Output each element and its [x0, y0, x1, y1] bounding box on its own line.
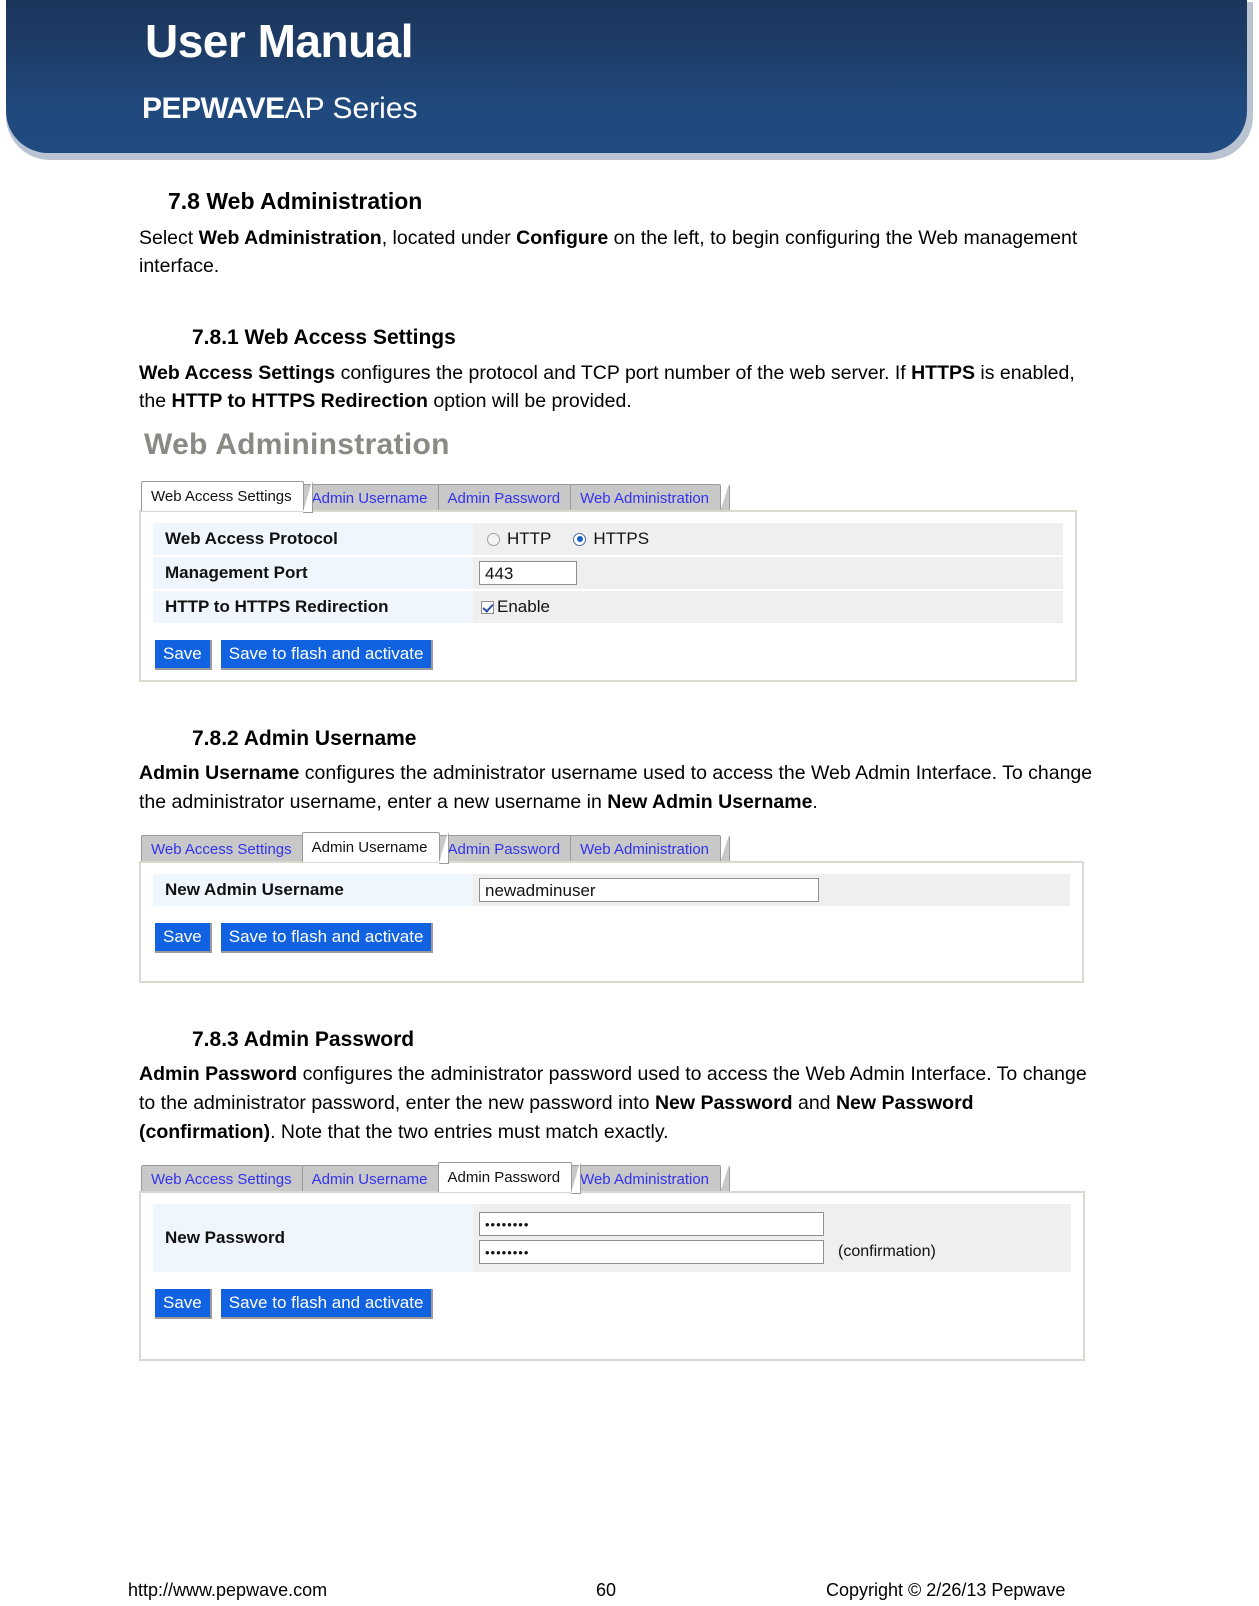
- para-bold-new-password: New Password: [654, 1092, 793, 1115]
- section-7-8-paragraph: Select Web Administration, located under…: [139, 224, 1094, 282]
- para-text-1: configures the protocol and TCP port num…: [335, 361, 912, 384]
- save-to-flash-and-activate-button[interactable]: Save to flash and activate: [220, 640, 434, 671]
- radio-label-http: HTTP: [507, 529, 552, 549]
- screenshot-web-access-settings: Web Admininstration Web Access Settings …: [139, 416, 1089, 683]
- tab-admin-password[interactable]: Admin Password: [437, 1161, 581, 1194]
- tab-web-administration[interactable]: Web Administration: [570, 835, 730, 865]
- para-bold-https: HTTPS: [911, 361, 976, 384]
- save-button[interactable]: Save: [155, 1288, 212, 1319]
- label-new-admin-username: New Admin Username: [153, 874, 473, 907]
- save-to-flash-and-activate-button[interactable]: Save to flash and activate: [220, 923, 434, 954]
- radio-option-https[interactable]: HTTPS: [573, 529, 649, 549]
- para-bold-web-administration: Web Administration: [198, 226, 382, 249]
- checkbox-label-enable: Enable: [497, 597, 550, 617]
- value-http-to-https-redirection: Enable: [473, 591, 1063, 624]
- para-bold-web-access-settings: Web Access Settings: [139, 361, 336, 384]
- banner-subtitle: PEPWAVEAP Series: [142, 94, 418, 124]
- tab-web-administration[interactable]: Web Administration: [570, 1164, 730, 1194]
- para-bold-new-admin-username: New Admin Username: [607, 791, 813, 814]
- ap-series-text: AP Series: [284, 92, 418, 125]
- password-confirm-field-row: •••••••• (confirmation): [479, 1239, 1071, 1264]
- button-bar-3: Save Save to flash and activate: [155, 1288, 1083, 1319]
- tab-web-access-settings[interactable]: Web Access Settings: [141, 835, 313, 865]
- para-text: Select: [139, 226, 199, 249]
- value-management-port: 443: [473, 557, 1063, 590]
- section-heading-7-8-3: 7.8.3 Admin Password: [192, 1028, 415, 1052]
- new-password-input[interactable]: ••••••••: [479, 1211, 824, 1236]
- section-heading-7-8: 7.8 Web Administration: [168, 188, 423, 214]
- radio-icon-http[interactable]: [487, 532, 500, 546]
- checkbox-icon-enable[interactable]: [481, 600, 494, 614]
- section-7-8-1-paragraph: Web Access Settings configures the proto…: [139, 359, 1094, 417]
- row-web-access-protocol: Web Access Protocol HTTP HTTPS: [153, 523, 1063, 556]
- pepwave-logo-text: PEPWAVE: [142, 92, 285, 125]
- save-button[interactable]: Save: [155, 640, 212, 671]
- label-http-to-https-redirection: HTTP to HTTPS Redirection: [153, 591, 473, 624]
- para-text-3: . Note that the two entries must match e…: [270, 1121, 669, 1144]
- para-bold-configure: Configure: [516, 226, 609, 249]
- tab-web-access-settings[interactable]: Web Access Settings: [141, 481, 313, 514]
- screenshot-admin-password: Web Access Settings Admin Username Admin…: [139, 1161, 1089, 1361]
- tab-bar-1: Web Access Settings Admin Username Admin…: [141, 480, 1089, 514]
- tab-bar-3: Web Access Settings Admin Username Admin…: [141, 1161, 1089, 1194]
- ui-page-title: Web Admininstration: [144, 428, 450, 462]
- row-new-admin-username: New Admin Username newadminuser: [153, 874, 1070, 907]
- label-management-port: Management Port: [153, 557, 473, 590]
- label-web-access-protocol: Web Access Protocol: [153, 523, 473, 556]
- password-field-row: ••••••••: [479, 1211, 1071, 1236]
- value-web-access-protocol: HTTP HTTPS: [473, 523, 1063, 556]
- footer-page-number: 60: [596, 1580, 617, 1600]
- radio-label-https: HTTPS: [593, 529, 650, 549]
- value-new-password: •••••••• •••••••• (confirmation): [473, 1203, 1071, 1272]
- save-to-flash-and-activate-button[interactable]: Save to flash and activate: [220, 1288, 434, 1319]
- banner-background: User Manual PEPWAVEAP Series: [6, 0, 1247, 153]
- page-header-banner: User Manual PEPWAVEAP Series: [6, 0, 1253, 160]
- para-text-3: option will be provided.: [427, 390, 632, 413]
- protocol-radio-group: HTTP HTTPS: [479, 529, 649, 549]
- tab-admin-password[interactable]: Admin Password: [437, 835, 581, 865]
- tab-web-administration[interactable]: Web Administration: [570, 484, 730, 514]
- tab-admin-username[interactable]: Admin Username: [301, 484, 449, 514]
- section-7-8-3-paragraph: Admin Password configures the administra…: [139, 1060, 1094, 1147]
- document-body: 7.8 Web Administration Select Web Admini…: [0, 160, 1259, 1361]
- label-new-password: New Password: [153, 1203, 473, 1272]
- section-heading-7-8-1: 7.8.1 Web Access Settings: [192, 326, 456, 350]
- para-bold-admin-password: Admin Password: [139, 1063, 298, 1086]
- tab-admin-username[interactable]: Admin Username: [301, 832, 449, 865]
- button-bar-1: Save Save to flash and activate: [155, 640, 1075, 671]
- para-text-2: .: [812, 791, 818, 814]
- button-bar-2: Save Save to flash and activate: [155, 923, 1082, 954]
- section-heading-7-8-2: 7.8.2 Admin Username: [192, 727, 417, 751]
- value-new-admin-username: newadminuser: [473, 874, 1070, 907]
- screenshot-admin-username: Web Access Settings Admin Username Admin…: [139, 831, 1089, 984]
- banner-title: User Manual: [145, 15, 414, 67]
- tab-admin-username[interactable]: Admin Username: [301, 1164, 449, 1194]
- para-text-2: and: [792, 1092, 836, 1115]
- para-text-mid: , located under: [381, 226, 517, 249]
- management-port-input[interactable]: 443: [479, 561, 577, 586]
- row-http-to-https-redirection: HTTP to HTTPS Redirection Enable: [153, 591, 1063, 624]
- settings-panel-2: New Admin Username newadminuser Save Sav…: [139, 861, 1084, 984]
- tab-bar-2: Web Access Settings Admin Username Admin…: [141, 831, 1089, 865]
- confirmation-label: (confirmation): [838, 1242, 936, 1260]
- footer-website-link[interactable]: http://www.pepwave.com: [128, 1580, 327, 1601]
- row-new-password: New Password •••••••• •••••••• (confirma…: [153, 1203, 1071, 1272]
- new-password-confirm-input[interactable]: ••••••••: [479, 1239, 824, 1264]
- radio-option-http[interactable]: HTTP: [487, 529, 551, 549]
- para-bold-redirection: HTTP to HTTPS Redirection: [171, 390, 428, 413]
- section-7-8-2-paragraph: Admin Username configures the administra…: [139, 759, 1094, 817]
- footer-copyright: Copyright © 2/26/13 Pepwave: [826, 1580, 1066, 1600]
- new-admin-username-input[interactable]: newadminuser: [479, 878, 819, 903]
- tab-admin-password[interactable]: Admin Password: [437, 484, 581, 514]
- para-bold-admin-username: Admin Username: [139, 762, 300, 785]
- settings-panel-3: New Password •••••••• •••••••• (confirma…: [139, 1190, 1085, 1361]
- settings-panel-1: Web Access Protocol HTTP HTTPS Managemen…: [139, 510, 1077, 683]
- tab-web-access-settings[interactable]: Web Access Settings: [141, 1164, 313, 1194]
- redirection-enable-checkbox-group[interactable]: Enable: [479, 597, 550, 617]
- row-management-port: Management Port 443: [153, 557, 1063, 590]
- save-button[interactable]: Save: [155, 923, 212, 954]
- radio-icon-https[interactable]: [573, 532, 587, 546]
